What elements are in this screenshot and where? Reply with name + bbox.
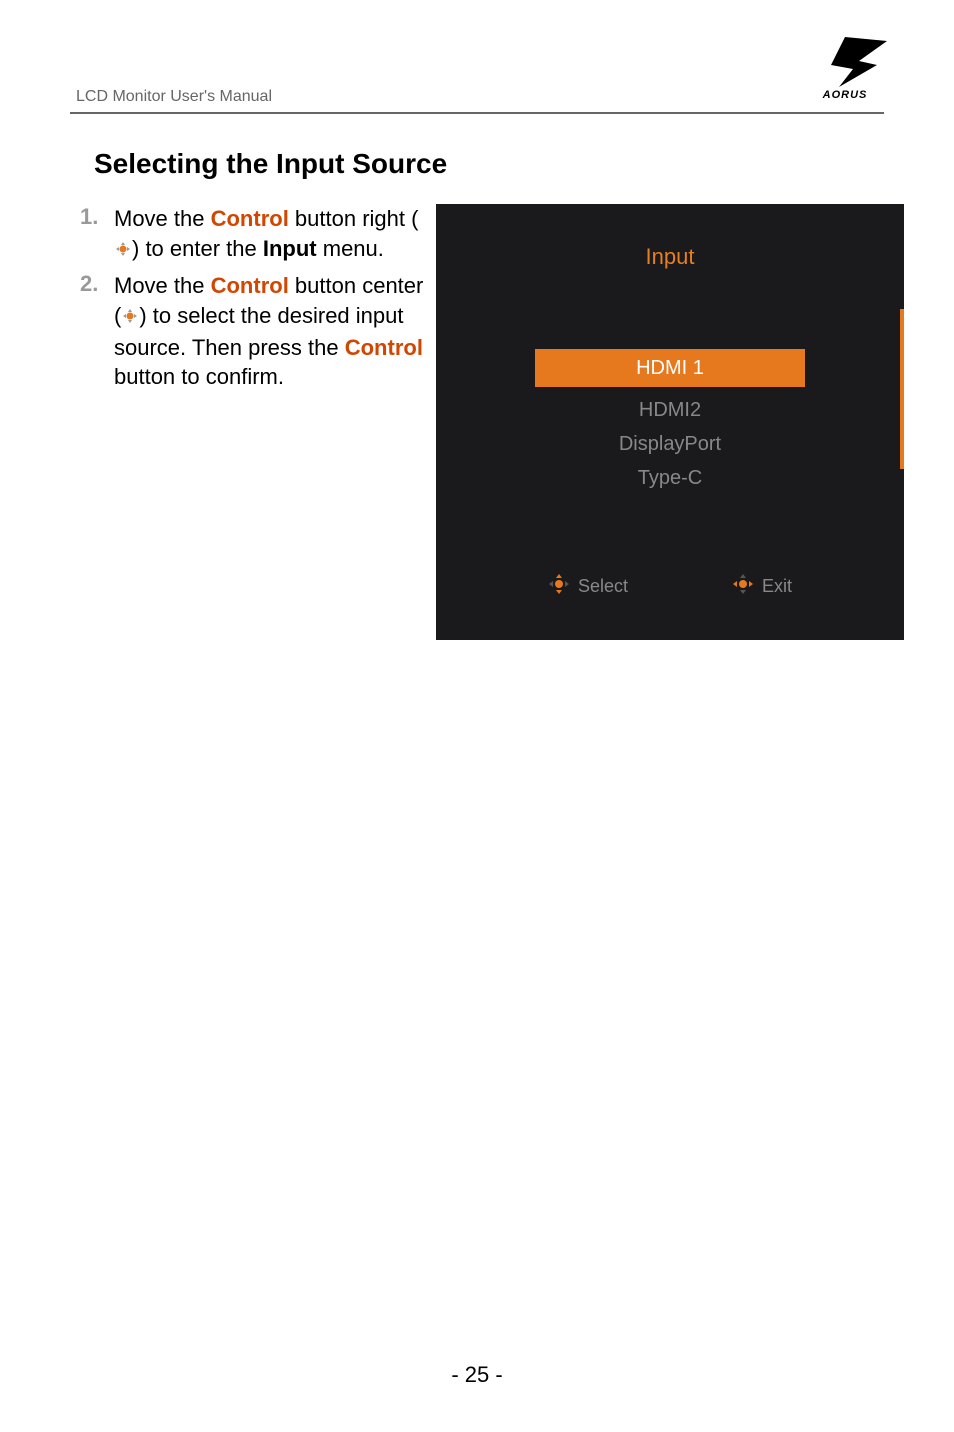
osd-option-hdmi1[interactable]: HDMI 1: [535, 349, 805, 387]
step-2: 2. Move the Control button center () to …: [80, 271, 430, 392]
joystick-center-icon: [121, 303, 139, 333]
text-fragment: ) to enter the: [132, 236, 263, 261]
svg-text:AORUS: AORUS: [822, 89, 868, 101]
manual-title: LCD Monitor User's Manual: [70, 88, 272, 110]
input-keyword: Input: [263, 236, 317, 261]
step-text: Move the Control button center () to sel…: [114, 271, 430, 392]
osd-input-menu: Input HDMI 1 HDMI2 DisplayPort Type-C Se…: [436, 204, 904, 640]
text-fragment: Move the: [114, 273, 211, 298]
text-fragment: menu.: [317, 236, 384, 261]
header-divider: [70, 112, 884, 114]
osd-option-hdmi2[interactable]: HDMI2: [436, 393, 904, 427]
osd-title: Input: [436, 244, 904, 270]
osd-hint-exit: Exit: [732, 573, 792, 600]
page-header: LCD Monitor User's Manual AORUS: [70, 60, 884, 110]
osd-hint-label: Exit: [762, 576, 792, 597]
section-heading: Selecting the Input Source: [94, 148, 884, 180]
aorus-logo-icon: AORUS: [801, 35, 889, 106]
step-text: Move the Control button right ( ) to ente…: [114, 204, 430, 265]
osd-option-displayport[interactable]: DisplayPort: [436, 427, 904, 461]
osd-option-typec[interactable]: Type-C: [436, 461, 904, 495]
control-keyword: Control: [211, 273, 289, 298]
control-keyword: Control: [345, 335, 423, 360]
joystick-updown-icon: [548, 573, 570, 600]
osd-hint-label: Select: [578, 576, 628, 597]
osd-hint-select: Select: [548, 573, 628, 600]
step-number: 1.: [80, 204, 114, 265]
text-fragment: button right (: [289, 206, 419, 231]
page-number: - 25 -: [0, 1362, 954, 1388]
joystick-right-icon: [114, 236, 132, 266]
text-fragment: button to confirm.: [114, 364, 284, 389]
control-keyword: Control: [211, 206, 289, 231]
text-fragment: Move the: [114, 206, 211, 231]
step-number: 2.: [80, 271, 114, 392]
joystick-leftright-icon: [732, 573, 754, 600]
osd-option-list: HDMI 1 HDMI2 DisplayPort Type-C: [436, 349, 904, 495]
step-1: 1. Move the Control button right ( ) to e…: [80, 204, 430, 265]
